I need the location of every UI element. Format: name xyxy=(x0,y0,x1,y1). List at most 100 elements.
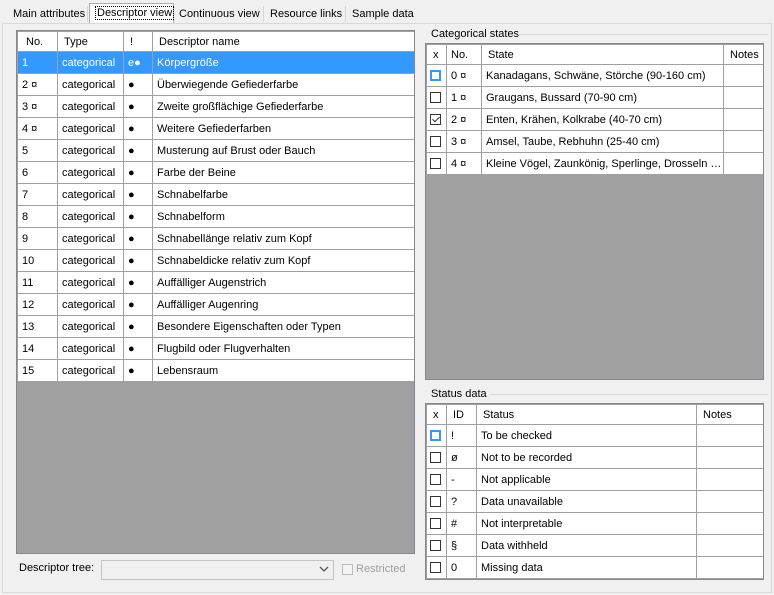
table-row[interactable]: 0 ¤ Kanadagans, Schwäne, Störche (90-160 … xyxy=(426,64,763,87)
table-row[interactable]: ! To be checked xyxy=(426,424,763,447)
categorical-states-grid[interactable]: x No. State Notes 0 ¤ Kanadagans, Schwäne… xyxy=(425,43,764,380)
descriptor-status: ● xyxy=(123,315,153,338)
status-checkbox[interactable] xyxy=(430,540,441,552)
status-notes[interactable] xyxy=(696,446,763,469)
table-row[interactable]: 0 Missing data xyxy=(426,556,763,579)
status-data-grid[interactable]: x ID Status Notes ! To be checked ø Not to … xyxy=(425,403,764,580)
column-header-state[interactable]: State xyxy=(481,44,724,65)
status-notes[interactable] xyxy=(696,424,763,447)
table-row[interactable]: 15 categorical ● Lebensraum xyxy=(17,359,414,382)
tab-strip: Main attributes Descriptor view Continuo… xyxy=(0,0,774,24)
status-notes[interactable] xyxy=(696,534,763,557)
column-header-status[interactable]: Status xyxy=(476,404,697,425)
state-checkbox-cell[interactable] xyxy=(426,86,447,109)
column-header-x[interactable]: x xyxy=(426,404,447,425)
table-row[interactable]: ø Not to be recorded xyxy=(426,446,763,469)
table-row[interactable]: 14 categorical ● Flugbild oder Flugverhalte… xyxy=(17,337,414,360)
column-header-notes[interactable]: Notes xyxy=(696,404,763,425)
status-checkbox[interactable] xyxy=(430,496,441,508)
table-row[interactable]: 8 categorical ● Schnabelform xyxy=(17,205,414,228)
status-checkbox-cell[interactable] xyxy=(426,556,447,579)
table-row[interactable]: 13 categorical ● Besondere Eigenschaften od… xyxy=(17,315,414,338)
table-row[interactable]: 4 ¤ categorical ● Weitere Gefiederfarben xyxy=(17,117,414,140)
table-row[interactable]: 9 categorical ● Schnabellänge relativ zum K… xyxy=(17,227,414,250)
table-row[interactable]: 1 ¤ Graugans, Bussard (70-90 cm) xyxy=(426,86,763,109)
table-row[interactable]: § Data withheld xyxy=(426,534,763,557)
descriptor-tree-select[interactable] xyxy=(101,560,334,580)
table-row[interactable]: 2 ¤ categorical ● Überwiegende Gefiederfarb… xyxy=(17,73,414,96)
descriptor-type: categorical xyxy=(57,95,124,118)
restricted-checkbox[interactable]: Restricted xyxy=(342,563,406,575)
tab-main-attributes[interactable]: Main attributes xyxy=(8,6,90,23)
tab-descriptor-view[interactable]: Descriptor view xyxy=(89,3,175,24)
column-header-no[interactable]: No. xyxy=(17,31,58,52)
column-header-descriptor-name[interactable]: Descriptor name xyxy=(152,31,414,52)
group-divider xyxy=(490,394,768,395)
descriptor-name: Überwiegende Gefiederfarbe xyxy=(152,73,414,96)
table-row[interactable]: # Not interpretable xyxy=(426,512,763,535)
descriptor-no: 14 xyxy=(17,337,58,360)
column-header-x[interactable]: x xyxy=(426,44,447,65)
column-header-status[interactable]: ! xyxy=(123,31,153,52)
descriptor-grid[interactable]: No. Type ! Descriptor name 1 categorical e… xyxy=(16,30,415,554)
state-notes[interactable] xyxy=(723,86,763,109)
status-checkbox[interactable] xyxy=(430,452,441,464)
status-checkbox[interactable] xyxy=(430,518,441,530)
table-row[interactable]: 11 categorical ● Auffälliger Augenstrich xyxy=(17,271,414,294)
status-checkbox[interactable] xyxy=(430,562,441,574)
status-notes[interactable] xyxy=(696,556,763,579)
table-row[interactable]: 2 ¤ Enten, Krähen, Kolkrabe (40-70 cm) xyxy=(426,108,763,131)
status-notes[interactable] xyxy=(696,468,763,491)
descriptor-name: Weitere Gefiederfarben xyxy=(152,117,414,140)
state-checkbox-cell[interactable] xyxy=(426,130,447,153)
state-checkbox-cell[interactable] xyxy=(426,64,447,87)
restricted-checkbox-box[interactable] xyxy=(342,563,353,575)
state-checkbox[interactable] xyxy=(430,70,441,82)
state-notes[interactable] xyxy=(723,130,763,153)
tab-sample-data[interactable]: Sample data xyxy=(347,6,419,23)
state-checkbox-cell[interactable] xyxy=(426,152,447,175)
column-header-id[interactable]: ID xyxy=(446,404,477,425)
status-checkbox[interactable] xyxy=(430,430,441,442)
status-checkbox-cell[interactable] xyxy=(426,534,447,557)
column-header-notes[interactable]: Notes xyxy=(723,44,763,65)
table-row[interactable]: - Not applicable xyxy=(426,468,763,491)
table-row[interactable]: 5 categorical ● Musterung auf Brust oder Ba… xyxy=(17,139,414,162)
tab-resource-links[interactable]: Resource links xyxy=(265,6,347,23)
restricted-label: Restricted xyxy=(356,563,406,575)
table-row[interactable]: ? Data unavailable xyxy=(426,490,763,513)
state-no: 3 ¤ xyxy=(446,130,482,153)
table-row[interactable]: 12 categorical ● Auffälliger Augenring xyxy=(17,293,414,316)
state-notes[interactable] xyxy=(723,152,763,175)
state-checkbox-cell[interactable] xyxy=(426,108,447,131)
status-label: Not interpretable xyxy=(476,512,697,535)
table-row[interactable]: 10 categorical ● Schnabeldicke relativ zum … xyxy=(17,249,414,272)
state-checkbox[interactable] xyxy=(430,92,441,104)
table-row[interactable]: 3 ¤ categorical ● Zweite großflächige Gefie… xyxy=(17,95,414,118)
status-checkbox-cell[interactable] xyxy=(426,468,447,491)
table-row[interactable]: 6 categorical ● Farbe der Beine xyxy=(17,161,414,184)
table-row[interactable]: 1 categorical e● Körpergröße xyxy=(17,51,414,74)
tab-continuous-view[interactable]: Continuous view xyxy=(174,6,265,23)
state-checkbox[interactable] xyxy=(430,114,441,126)
status-notes[interactable] xyxy=(696,512,763,535)
state-checkbox[interactable] xyxy=(430,136,441,148)
table-row[interactable]: 4 ¤ Kleine Vögel, Zaunkönig, Sperlinge, D… xyxy=(426,152,763,175)
status-id: # xyxy=(446,512,477,535)
column-header-type[interactable]: Type xyxy=(57,31,124,52)
state-checkbox[interactable] xyxy=(430,158,441,170)
descriptor-header-row: No. Type ! Descriptor name xyxy=(17,31,414,52)
state-notes[interactable] xyxy=(723,64,763,87)
status-checkbox-cell[interactable] xyxy=(426,424,447,447)
table-row[interactable]: 3 ¤ Amsel, Taube, Rebhuhn (25-40 cm) xyxy=(426,130,763,153)
status-checkbox[interactable] xyxy=(430,474,441,486)
descriptor-type: categorical xyxy=(57,359,124,382)
status-checkbox-cell[interactable] xyxy=(426,446,447,469)
table-row[interactable]: 7 categorical ● Schnabelfarbe xyxy=(17,183,414,206)
state-notes[interactable] xyxy=(723,108,763,131)
column-header-no[interactable]: No. xyxy=(446,44,482,65)
descriptor-no: 2 ¤ xyxy=(17,73,58,96)
status-checkbox-cell[interactable] xyxy=(426,490,447,513)
status-checkbox-cell[interactable] xyxy=(426,512,447,535)
status-notes[interactable] xyxy=(696,490,763,513)
